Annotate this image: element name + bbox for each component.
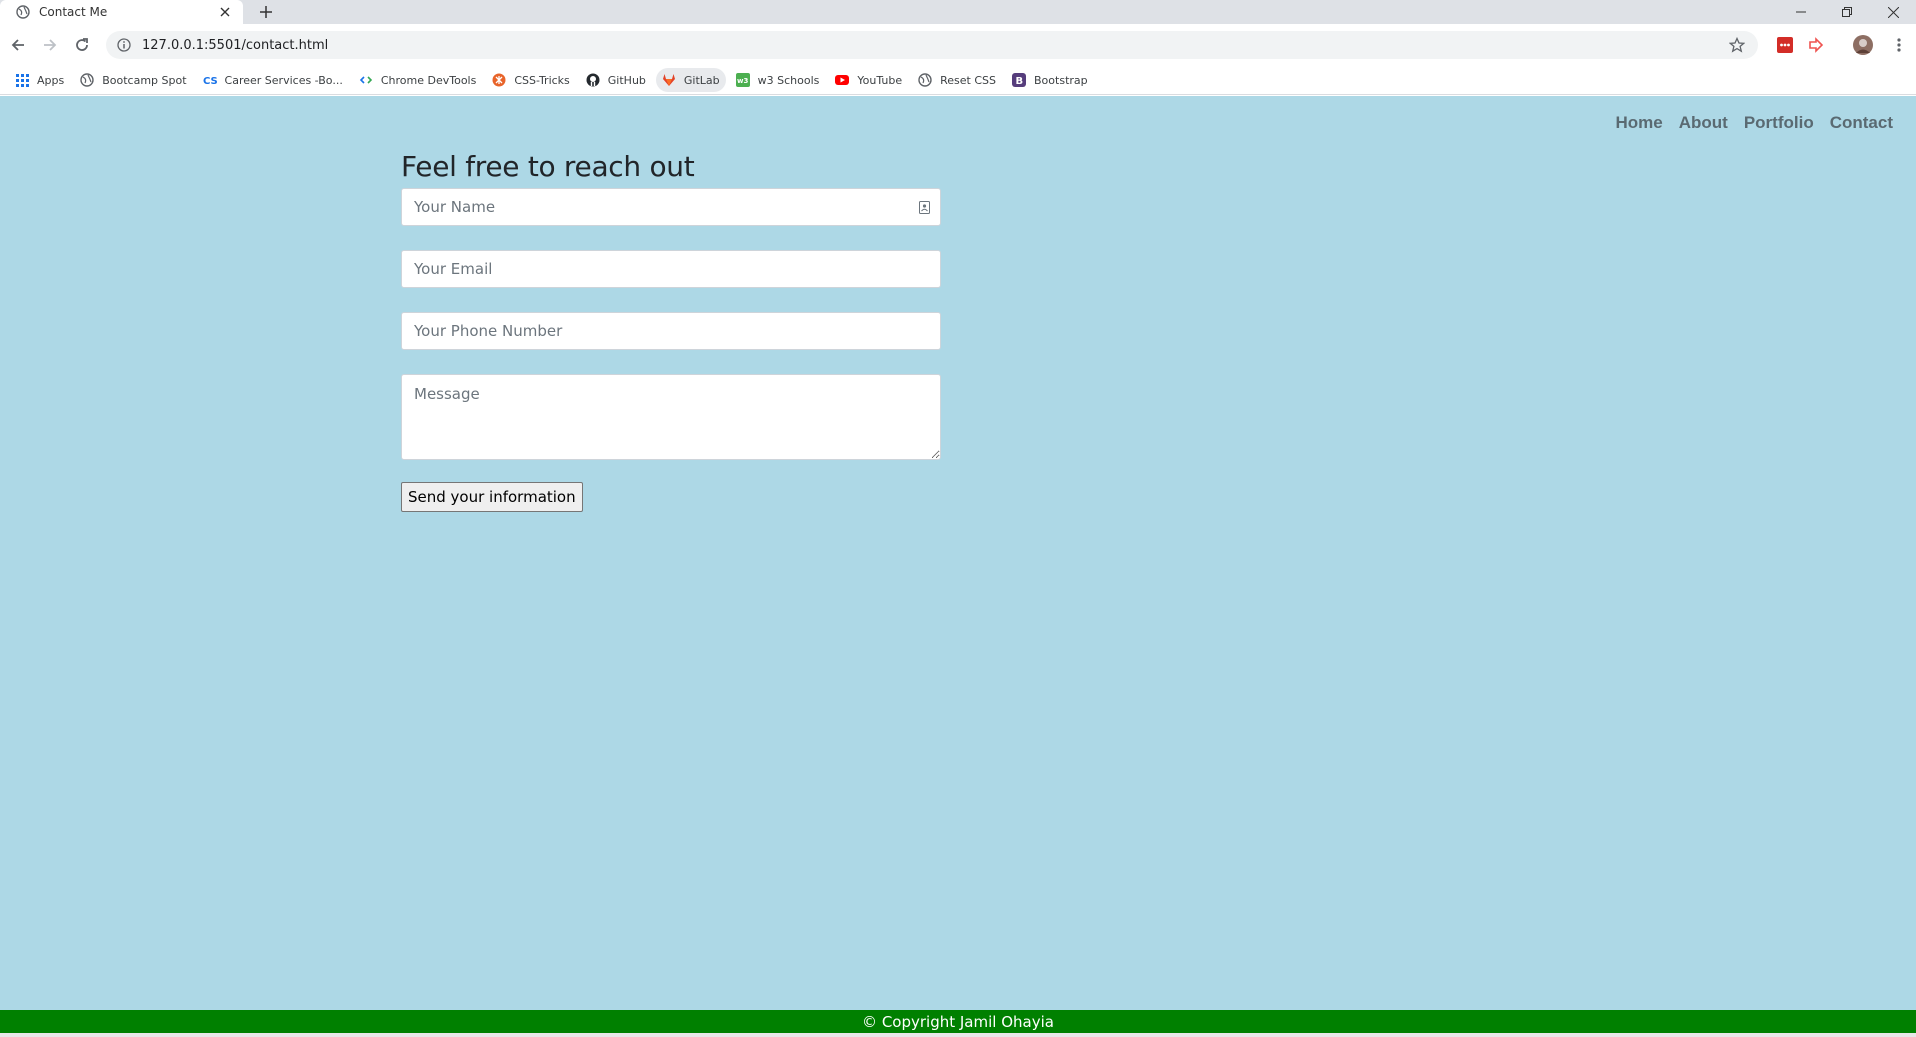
bookmark-bootstrap[interactable]: B Bootstrap [1006, 68, 1094, 92]
browser-tab-strip: Contact Me [0, 0, 1916, 24]
bookmark-reset-css[interactable]: Reset CSS [912, 68, 1002, 92]
nav-link-about[interactable]: About [1679, 113, 1728, 133]
gitlab-icon [662, 73, 676, 87]
tab-title: Contact Me [39, 5, 108, 19]
browser-toolbar: 127.0.0.1:5501/contact.html [0, 24, 1916, 66]
back-button[interactable] [6, 33, 30, 57]
nav-link-portfolio[interactable]: Portfolio [1744, 113, 1814, 133]
bookmarks-bar: Apps Bootcamp Spot CS Career Services -B… [0, 66, 1916, 95]
address-bar[interactable]: 127.0.0.1:5501/contact.html [106, 31, 1758, 59]
devtools-icon [359, 73, 373, 87]
bookmark-bootcamp-spot[interactable]: Bootcamp Spot [74, 68, 192, 92]
email-field[interactable] [401, 250, 941, 288]
bookmark-github[interactable]: GitHub [580, 68, 652, 92]
phone-field[interactable] [401, 312, 941, 350]
restore-button[interactable] [1824, 0, 1870, 24]
bootstrap-icon: B [1012, 73, 1027, 87]
bookmark-css-tricks[interactable]: CSS-Tricks [486, 68, 575, 92]
svg-text:CS: CS [203, 76, 217, 87]
copyright-text: © Copyright Jamil Ohayia [862, 1012, 1054, 1031]
bookmark-label: Chrome DevTools [380, 73, 477, 87]
globe-icon [80, 73, 94, 87]
globe-icon [918, 73, 932, 87]
page-title: Feel free to reach out [401, 150, 695, 183]
lastpass-extension-icon[interactable] [1776, 36, 1794, 54]
name-field-wrapper [401, 188, 941, 226]
browser-tab-active[interactable]: Contact Me [0, 0, 243, 24]
nav-link-home[interactable]: Home [1616, 113, 1663, 133]
close-tab-icon[interactable] [217, 4, 233, 20]
site-info-icon[interactable] [116, 37, 132, 53]
name-field[interactable] [401, 188, 941, 226]
message-field[interactable] [401, 374, 941, 460]
svg-text:w3: w3 [737, 77, 748, 85]
nav-link-contact[interactable]: Contact [1830, 113, 1893, 133]
reload-button[interactable] [70, 33, 94, 57]
bookmark-apps[interactable]: Apps [9, 68, 70, 92]
bookmark-chrome-devtools[interactable]: Chrome DevTools [353, 68, 483, 92]
site-navigation: Home About Portfolio Contact [1600, 113, 1894, 133]
globe-icon [16, 5, 30, 19]
page-content: Home About Portfolio Contact Feel free t… [0, 96, 1916, 1037]
bookmark-label: Bootstrap [1034, 73, 1088, 87]
svg-text:B: B [1016, 76, 1024, 87]
bookmark-label: YouTube [857, 73, 903, 87]
forward-button[interactable] [38, 33, 62, 57]
bookmark-label: CSS-Tricks [514, 73, 570, 87]
window-bottom-edge [0, 1033, 1916, 1037]
bookmark-label: GitHub [607, 73, 646, 87]
browser-menu-icon[interactable] [1890, 36, 1908, 54]
url-text: 127.0.0.1:5501/contact.html [142, 37, 329, 53]
bookmark-label: Apps [37, 73, 65, 87]
bookmark-career-services[interactable]: CS Career Services -Bo... [197, 68, 349, 92]
github-icon [586, 73, 600, 87]
bookmark-label: Reset CSS [940, 73, 997, 87]
bookmark-label: Bootcamp Spot [102, 73, 187, 87]
new-tab-button[interactable] [255, 1, 277, 23]
window-controls [1778, 0, 1916, 24]
bookmark-youtube[interactable]: YouTube [829, 68, 908, 92]
bookmark-label: Career Services -Bo... [224, 73, 343, 87]
profile-avatar[interactable] [1852, 34, 1874, 56]
contact-form: Feel free to reach out Send your informa… [401, 152, 941, 512]
bookmark-gitlab[interactable]: GitLab [655, 68, 726, 92]
cs-logo-icon: CS [203, 73, 217, 87]
w3schools-icon: w3 [735, 73, 750, 87]
site-footer: © Copyright Jamil Ohayia [0, 1010, 1916, 1033]
minimize-button[interactable] [1778, 0, 1824, 24]
extension-arrow-icon[interactable] [1807, 36, 1825, 54]
contact-card-icon[interactable] [917, 199, 931, 215]
bookmark-star-icon[interactable] [1728, 36, 1746, 54]
bookmark-label: w3 Schools [757, 73, 820, 87]
youtube-icon [835, 73, 850, 87]
apps-grid-icon [15, 73, 29, 87]
bookmark-label: GitLab [683, 73, 720, 87]
bookmark-w3schools[interactable]: w3 w3 Schools [730, 68, 826, 92]
send-information-button[interactable]: Send your information [401, 482, 583, 512]
css-tricks-icon [492, 73, 506, 87]
close-window-button[interactable] [1870, 0, 1916, 24]
